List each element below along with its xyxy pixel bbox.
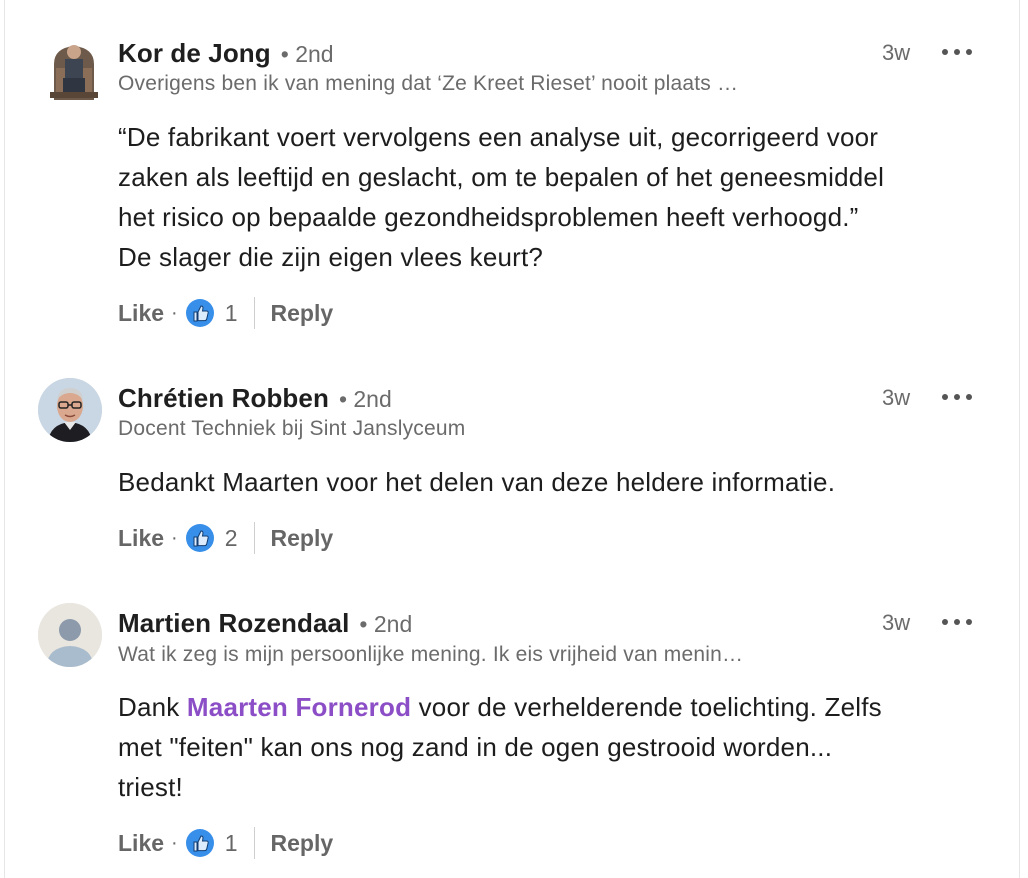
reaction-count[interactable]: 1 [225,830,238,857]
connection-degree: • 2nd [338,386,392,412]
comment-body: Dank Maarten Fornerod voor de verheldere… [118,687,978,807]
connection-degree: • 2nd [280,41,334,67]
comment-line: triest! [118,772,183,802]
comment-line: “De fabrikant voert vervolgens een analy… [118,122,879,152]
thumbs-up-icon[interactable] [185,298,215,328]
author-row: Kor de Jong • 2nd [118,38,334,69]
reply-button[interactable]: Reply [271,300,334,327]
comment-time: 3w [882,40,911,65]
author-row: Chrétien Robben • 2nd [118,383,392,414]
avatar[interactable] [46,34,102,100]
comment-body: “De fabrikant voert vervolgens een analy… [118,117,978,277]
comment-actions: Like · 2 Reply [118,522,333,554]
reply-button[interactable]: Reply [271,525,334,552]
avatar-photo [38,378,102,442]
like-button[interactable]: Like [118,525,164,552]
comment-line: met "feiten" kan ons nog zand in de ogen… [118,732,833,762]
separator-dot: · [171,526,178,549]
action-divider [253,297,255,329]
author-name[interactable]: Kor de Jong [118,38,271,69]
comment-line: zaken als leeftijd en geslacht, om te be… [118,162,885,192]
more-options-icon[interactable] [942,617,972,627]
author-name[interactable]: Martien Rozendaal [118,608,349,639]
separator-dot: · [171,831,178,854]
comment-line: Bedankt Maarten voor het delen van deze … [118,467,836,497]
author-name[interactable]: Chrétien Robben [118,383,329,414]
like-button[interactable]: Like [118,830,164,857]
more-options-icon[interactable] [942,47,972,57]
connection-degree: • 2nd [359,611,413,637]
thumbs-up-icon[interactable] [185,523,215,553]
author-headline: Overigens ben ik van mening dat ‘Ze Kree… [118,72,739,95]
separator-dot: · [171,301,178,324]
reaction-count[interactable]: 2 [225,525,238,552]
thumbs-up-icon[interactable] [185,828,215,858]
action-divider [253,827,255,859]
mention-link[interactable]: Maarten Fornerod [187,692,411,722]
action-divider [253,522,255,554]
avatar[interactable] [38,603,102,667]
reaction-count[interactable]: 1 [225,300,238,327]
comment-line: het risico op bepaalde gezondheidsproble… [118,202,859,232]
comment-text: voor de verhelderende toelichting. Zelfs [411,692,882,722]
comment-line: De slager die zijn eigen vlees keurt? [118,242,544,272]
author-headline: Docent Techniek bij Sint Janslyceum [118,417,466,440]
default-avatar-icon [38,603,102,667]
author-headline: Wat ik zeg is mijn persoonlijke mening. … [118,643,744,666]
avatar[interactable] [38,378,102,442]
comment-time: 3w [882,610,911,635]
reply-button[interactable]: Reply [271,830,334,857]
avatar-photo [46,34,102,100]
author-row: Martien Rozendaal • 2nd [118,608,412,639]
comment-text: Dank [118,692,187,722]
more-options-icon[interactable] [942,392,972,402]
comment-actions: Like · 1 Reply [118,297,333,329]
like-button[interactable]: Like [118,300,164,327]
comment-actions: Like · 1 Reply [118,827,333,859]
comment-body: Bedankt Maarten voor het delen van deze … [118,462,978,502]
comment-line: Dank Maarten Fornerod voor de verheldere… [118,687,978,727]
comment-time: 3w [882,385,911,410]
